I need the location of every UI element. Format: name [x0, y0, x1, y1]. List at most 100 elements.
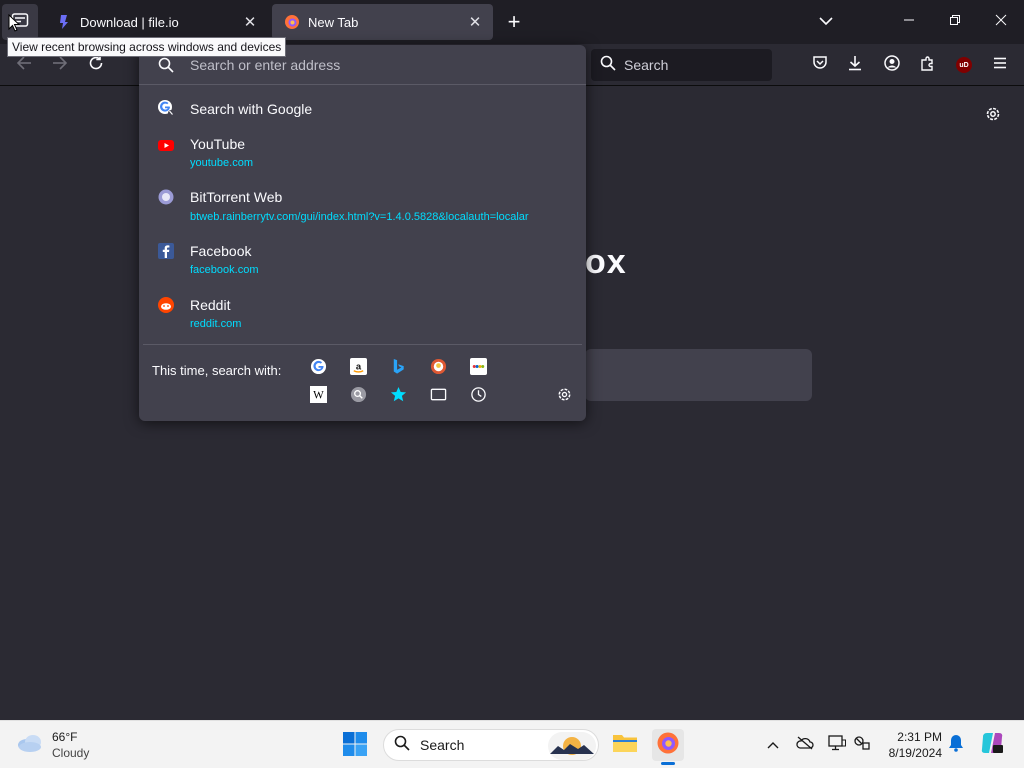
firefox-view-tooltip: View recent browsing across windows and … — [7, 37, 287, 57]
list-all-tabs-button[interactable] — [812, 8, 840, 36]
close-icon — [995, 13, 1007, 31]
chevron-down-icon — [819, 13, 833, 31]
restore-icon — [949, 13, 961, 31]
cloud-off-icon — [796, 736, 814, 755]
bookmarks-star-icon — [390, 386, 407, 408]
duckduckgo-engine-button[interactable] — [429, 358, 447, 378]
address-placeholder: Search or enter address — [190, 56, 341, 73]
mouse-cursor-icon — [8, 13, 21, 32]
wikipedia-icon: W — [309, 386, 327, 408]
bing-engine-button[interactable] — [389, 358, 407, 378]
svg-text:a: a — [355, 361, 361, 372]
tab-close-button[interactable]: ✕ — [238, 10, 262, 34]
copilot-button[interactable] — [980, 731, 1004, 760]
taskbar-search[interactable]: Search — [383, 729, 599, 761]
result-url: facebook.com — [190, 264, 259, 276]
new-tab-button[interactable]: + — [500, 8, 528, 36]
clock-date: 8/19/2024 — [888, 746, 942, 760]
tabs-icon — [430, 386, 447, 408]
personalize-new-tab-button[interactable] — [980, 103, 1006, 129]
tabs-search-button[interactable] — [429, 388, 447, 406]
amazon-icon: a — [349, 358, 367, 380]
network-button[interactable] — [852, 735, 872, 755]
search-icon — [600, 55, 616, 76]
search-settings-button[interactable] — [555, 388, 573, 406]
urlbar-result-search-google[interactable]: Search with Google — [139, 95, 586, 123]
urlbar-result-facebook[interactable]: Facebook facebook.com — [139, 241, 586, 283]
firefox-icon — [656, 731, 680, 760]
tab-close-button[interactable]: ✕ — [463, 10, 487, 34]
puzzle-icon — [920, 55, 936, 76]
search-icon — [158, 57, 174, 73]
bookmarks-search-button[interactable] — [389, 386, 407, 408]
result-title: Reddit — [190, 297, 231, 313]
urlbar-result-reddit[interactable]: Reddit reddit.com — [139, 295, 586, 337]
clock-time: 2:31 PM — [897, 730, 942, 744]
network-off-icon — [853, 735, 871, 756]
extensions-button[interactable] — [913, 50, 943, 80]
ublock-origin-button[interactable]: uD — [949, 50, 979, 80]
bittorrent-icon — [157, 188, 175, 206]
svg-text:W: W — [313, 389, 324, 401]
folder-icon — [612, 732, 638, 759]
search-icon — [394, 735, 410, 756]
firefox-taskbar-button[interactable] — [652, 729, 684, 765]
urlbar-result-bittorrent[interactable]: BitTorrent Web btweb.rainberrytv.com/gui… — [139, 187, 586, 229]
history-search-button[interactable] — [469, 386, 487, 408]
result-url: youtube.com — [190, 157, 253, 169]
pocket-icon — [812, 55, 828, 76]
firefox-wordmark: ox — [585, 243, 627, 281]
weather-temp: 66°F — [52, 730, 78, 744]
weather-widget[interactable]: 66°F Cloudy — [16, 727, 89, 763]
minimize-icon — [903, 13, 915, 31]
downloads-button[interactable] — [840, 50, 870, 80]
new-tab-search-field[interactable] — [585, 349, 812, 401]
search-engine-button[interactable] — [349, 386, 367, 406]
google-icon — [157, 99, 175, 117]
result-url: reddit.com — [190, 318, 242, 330]
google-engine-button[interactable] — [309, 358, 327, 380]
urlbar-result-youtube[interactable]: YouTube youtube.com — [139, 133, 586, 175]
urlbar-divider — [143, 344, 582, 345]
app-menu-button[interactable] — [985, 50, 1015, 80]
wikipedia-engine-button[interactable]: W — [309, 386, 327, 408]
search-highlight-icon — [548, 732, 596, 765]
arrow-left-icon — [16, 55, 32, 76]
fileio-icon — [56, 14, 72, 30]
copilot-icon — [980, 731, 1004, 760]
weather-desc: Cloudy — [52, 746, 90, 760]
pocket-button[interactable] — [805, 50, 835, 80]
onedrive-button[interactable] — [795, 735, 815, 755]
result-title: Search with Google — [190, 101, 313, 117]
hamburger-menu-icon — [992, 55, 1008, 76]
result-title: YouTube — [190, 136, 246, 152]
tab-title: New Tab — [308, 14, 359, 30]
minimize-button[interactable] — [886, 0, 932, 44]
amazon-engine-button[interactable]: a — [349, 358, 367, 380]
result-url: btweb.rainberrytv.com/gui/index.html?v=1… — [190, 211, 529, 223]
bell-icon — [948, 734, 964, 757]
google-icon — [310, 358, 327, 380]
cloud-icon — [16, 732, 44, 759]
display-button[interactable] — [827, 734, 847, 755]
start-button[interactable] — [342, 731, 370, 759]
result-title: BitTorrent Web — [190, 189, 283, 205]
notifications-button[interactable] — [946, 734, 966, 757]
weather-text: 66°F Cloudy — [52, 729, 89, 761]
close-window-button[interactable] — [978, 0, 1024, 44]
file-explorer-button[interactable] — [609, 729, 641, 761]
gear-icon — [984, 105, 1002, 128]
tab-new-tab[interactable]: New Tab ✕ — [272, 4, 493, 40]
urlbar-dropdown: Search or enter address Search with Goog… — [139, 45, 586, 421]
tab-download-fileio[interactable]: Download | file.io ✕ — [44, 4, 268, 40]
toolbar-search-box[interactable]: Search — [591, 49, 772, 81]
ebay-engine-button[interactable] — [469, 358, 487, 378]
tab-title: Download | file.io — [80, 14, 179, 30]
account-button[interactable] — [877, 50, 907, 80]
clock[interactable]: 2:31 PM 8/19/2024 — [880, 729, 942, 761]
history-icon — [470, 386, 487, 408]
restore-button[interactable] — [932, 0, 978, 44]
screen: Download | file.io ✕ New Tab ✕ + Search … — [0, 0, 1024, 768]
taskbar-search-label: Search — [420, 737, 465, 753]
show-hidden-icons-button[interactable] — [763, 735, 783, 755]
